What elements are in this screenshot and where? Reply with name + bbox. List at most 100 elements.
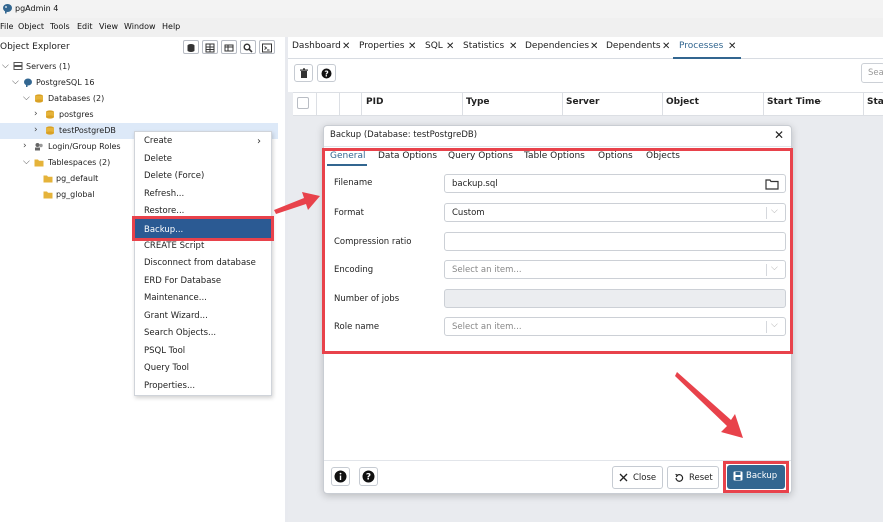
select-all-checkbox[interactable]	[297, 97, 309, 109]
terminal-icon[interactable]	[259, 40, 275, 54]
menu-item-query-tool[interactable]: Query Tool	[144, 363, 189, 373]
column-start-time[interactable]: Start Time	[767, 97, 820, 107]
tree-item-postgresql[interactable]: ⌵ PostgreSQL 16	[0, 75, 278, 91]
encoding-select[interactable]: Select an item... ⌵	[444, 260, 786, 279]
close-icon[interactable]: ✕	[662, 41, 670, 52]
menu-item-maintenance[interactable]: Maintenance...	[144, 293, 207, 303]
column-type[interactable]: Type	[466, 97, 489, 107]
menu-window[interactable]: Window	[124, 22, 156, 31]
menu-edit[interactable]: Edit	[77, 22, 93, 31]
folder-open-icon[interactable]	[765, 178, 779, 190]
menu-item-erd[interactable]: ERD For Database	[144, 276, 221, 286]
roles-icon	[35, 143, 43, 151]
tab-dashboard[interactable]: Dashboard	[292, 41, 341, 51]
jobs-input[interactable]	[444, 289, 786, 308]
encoding-label: Encoding	[334, 265, 374, 275]
chevron-right-icon[interactable]: ›	[34, 110, 42, 119]
compression-input[interactable]	[444, 232, 786, 251]
close-button[interactable]: Close	[612, 466, 663, 489]
column-pid[interactable]: PID	[366, 97, 383, 107]
menu-object[interactable]: Object	[18, 22, 44, 31]
title-bar	[0, 0, 883, 18]
object-explorer-title: Object Explorer	[0, 42, 70, 52]
save-icon	[733, 471, 743, 481]
close-icon[interactable]: ✕	[408, 41, 416, 52]
column-object[interactable]: Object	[666, 97, 699, 107]
column-state[interactable]: Stat	[867, 97, 883, 107]
tree-item-servers[interactable]: ⌵ Servers (1)	[0, 59, 278, 75]
menu-item-properties[interactable]: Properties...	[144, 381, 195, 391]
annotation-arrow-icon	[675, 372, 743, 438]
tree-label: PostgreSQL 16	[36, 78, 95, 87]
tab-properties[interactable]: Properties	[359, 41, 404, 51]
reset-button-label: Reset	[689, 473, 713, 483]
menu-view[interactable]: View	[99, 22, 118, 31]
chevron-down-icon[interactable]: ⌵	[12, 78, 20, 87]
tab-statistics[interactable]: Statistics	[463, 41, 504, 51]
chevron-right-icon[interactable]: ›	[34, 126, 42, 135]
column-server[interactable]: Server	[566, 97, 599, 107]
column-separator	[316, 92, 317, 116]
chevron-down-icon[interactable]: ⌵	[2, 62, 10, 71]
divider	[324, 460, 791, 461]
menu-item-create[interactable]: Create	[144, 136, 172, 146]
menu-item-psql-tool[interactable]: PSQL Tool	[144, 346, 185, 356]
filename-value: backup.sql	[452, 179, 498, 189]
database-icon[interactable]	[183, 40, 199, 54]
tab-processes[interactable]: Processes	[679, 41, 723, 51]
trash-icon	[299, 68, 308, 78]
view-data-icon[interactable]	[221, 40, 237, 54]
tree-label: Servers (1)	[26, 62, 71, 71]
chevron-down-icon[interactable]: ⌵	[23, 94, 31, 103]
search-icon[interactable]	[240, 40, 256, 54]
object-explorer-toolbar	[183, 40, 278, 56]
tree-item-postgres[interactable]: › postgres	[0, 107, 278, 123]
close-icon[interactable]: ✕	[509, 41, 517, 52]
chevron-right-icon[interactable]: ›	[23, 142, 31, 151]
tree-label: testPostgreDB	[59, 126, 116, 135]
close-button-label: Close	[633, 473, 657, 483]
help-button[interactable]: ?	[317, 64, 336, 82]
delete-button[interactable]	[294, 64, 313, 82]
role-select[interactable]: Select an item... ⌵	[444, 317, 786, 336]
tab-dependents[interactable]: Dependents	[606, 41, 661, 51]
backup-button[interactable]: Backup	[727, 465, 785, 489]
tab-dependencies[interactable]: Dependencies	[525, 41, 589, 51]
menu-file[interactable]: File	[0, 22, 13, 31]
close-icon[interactable]: ✕	[590, 41, 598, 52]
info-button[interactable]	[331, 467, 350, 486]
menu-item-backup[interactable]: Backup...	[132, 216, 274, 241]
menu-item-search-objects[interactable]: Search Objects...	[144, 328, 216, 338]
format-select[interactable]: Custom ⌵	[444, 203, 786, 222]
close-icon[interactable]: ✕	[446, 41, 454, 52]
folder-icon	[43, 191, 53, 199]
reset-button[interactable]: Reset	[667, 466, 719, 489]
help-icon: ?	[362, 470, 375, 483]
servers-icon	[13, 62, 23, 70]
chevron-down-icon[interactable]: ⌵	[23, 158, 31, 167]
close-icon[interactable]: ✕	[342, 41, 350, 52]
help-button[interactable]: ?	[359, 467, 378, 486]
filename-field[interactable]: backup.sql	[444, 174, 786, 193]
menu-item-delete[interactable]: Delete	[144, 154, 172, 164]
menu-item-disconnect[interactable]: Disconnect from database	[144, 258, 256, 268]
menu-tools[interactable]: Tools	[50, 22, 70, 31]
tree-label: pg_global	[56, 190, 95, 199]
tree-item-databases[interactable]: ⌵ Databases (2)	[0, 91, 278, 107]
column-separator	[339, 92, 340, 116]
menu-help[interactable]: Help	[162, 22, 180, 31]
close-icon[interactable]: ✕	[774, 128, 784, 142]
sort-chevron-icon[interactable]: ⌵	[815, 97, 822, 107]
table-icon[interactable]	[202, 40, 218, 54]
dialog-title: Backup (Database: testPostgreDB)	[330, 130, 478, 140]
menu-item-create-script[interactable]: CREATE Script	[144, 241, 204, 251]
menu-item-grant-wizard[interactable]: Grant Wizard...	[144, 311, 208, 321]
menu-item-refresh[interactable]: Refresh...	[144, 189, 184, 199]
menu-item-delete-force[interactable]: Delete (Force)	[144, 171, 204, 181]
tab-sql[interactable]: SQL	[425, 41, 443, 51]
menu-item-restore[interactable]: Restore...	[144, 206, 184, 216]
svg-text:?: ?	[324, 69, 328, 78]
search-input[interactable]: Sea	[861, 63, 883, 83]
databases-icon	[35, 94, 43, 103]
close-icon[interactable]: ✕	[728, 41, 736, 52]
